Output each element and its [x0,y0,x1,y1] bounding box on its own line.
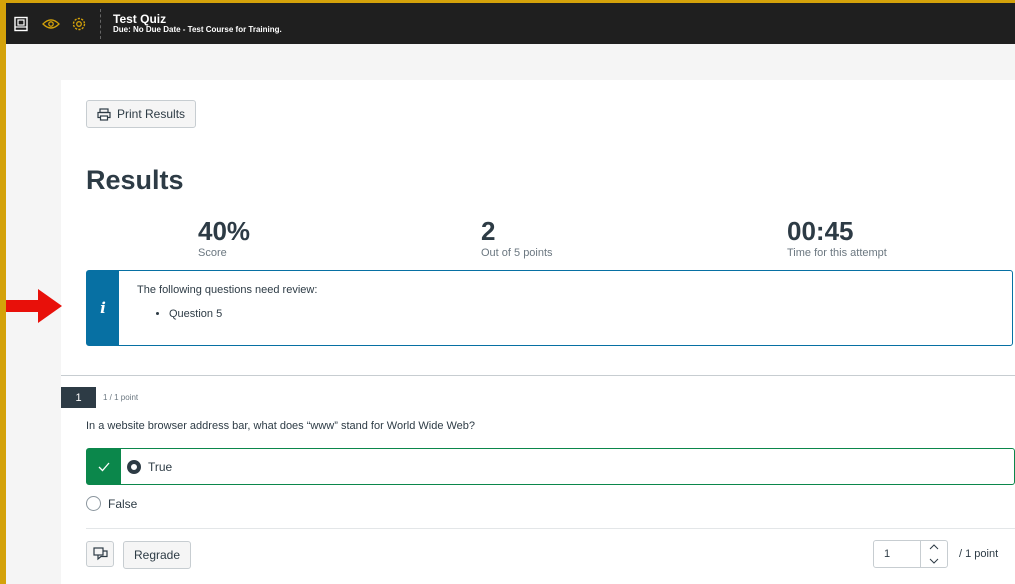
points-label: Out of 5 points [481,247,553,259]
question-points: 1 / 1 point [103,393,139,402]
printer-icon [97,107,111,121]
question-panel: 1 1 / 1 point In a website browser addre… [61,375,1015,584]
print-results-label: Print Results [117,107,186,121]
top-bar: Test Quiz Due: No Due Date - Test Course… [6,0,1015,44]
points-value: 2 [481,216,496,246]
regrade-button[interactable]: Regrade [123,541,192,569]
comment-button[interactable] [86,541,114,567]
info-icon: i [100,299,106,317]
correct-check [87,449,121,484]
review-item[interactable]: Question 5 [169,308,317,320]
review-alert: i The following questions need review: Q… [86,270,1013,346]
stepper-down-icon[interactable] [921,554,946,568]
score-stepper [920,540,946,568]
check-icon [98,462,110,471]
radio-unselected[interactable] [86,496,101,511]
radio-selected[interactable] [127,459,141,474]
header-divider [100,8,101,39]
quiz-title: Test Quiz [113,11,167,26]
notebook-icon[interactable] [10,13,32,35]
answer-label: True [148,459,173,474]
page-title: Results [86,165,184,195]
answer-true: True [86,448,1015,485]
quiz-subtitle: Due: No Due Date - Test Course for Train… [113,24,282,34]
time-label: Time for this attempt [787,247,887,259]
divider [86,528,1015,529]
alert-body: The following questions need review: Que… [119,271,335,345]
review-list: Question 5 [169,308,317,320]
answer-false: False [86,496,137,511]
score-stat: 40% Score [198,218,250,259]
question-text: In a website browser address bar, what d… [86,420,476,432]
comment-icon [92,547,108,561]
alert-icon-bar: i [87,271,119,345]
question-number: 1 [61,387,96,408]
time-stat: 00:45 Time for this attempt [787,218,887,259]
alert-message: The following questions need review: [137,284,318,296]
eye-icon[interactable] [40,13,62,35]
out-of-points: / 1 point [959,548,999,560]
red-arrow-icon [6,289,62,323]
header-titles: Test Quiz Due: No Due Date - Test Course… [113,11,282,35]
stepper-up-icon[interactable] [921,540,946,554]
points-stat: 2 Out of 5 points [481,218,553,259]
time-value: 00:45 [787,216,854,246]
score-label: Score [198,247,227,259]
results-card: Print Results Results 40% Score 2 Out of… [61,80,1015,375]
print-results-button[interactable]: Print Results [86,100,197,128]
gear-icon[interactable] [68,13,90,35]
score-value: 40% [198,216,251,246]
answer-label: False [108,496,138,511]
